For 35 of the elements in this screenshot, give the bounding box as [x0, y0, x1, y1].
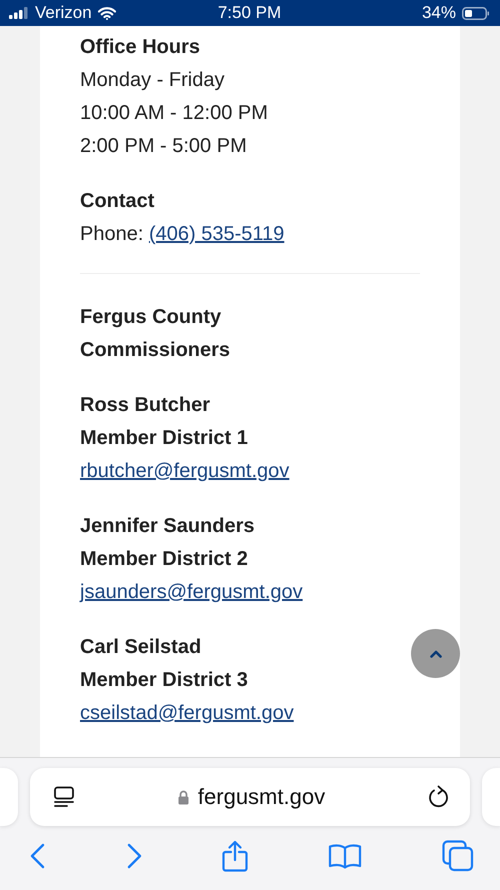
email-link[interactable]: jsaunders@fergusmt.gov: [80, 581, 303, 603]
battery-percent: 34%: [422, 3, 456, 23]
email-link[interactable]: rbutcher@fergusmt.gov: [80, 460, 290, 482]
battery-icon: [462, 6, 490, 20]
phone-label: Phone:: [80, 223, 144, 245]
clock-time: 7:50 PM: [218, 3, 282, 23]
member-district: Member District 3: [80, 668, 249, 693]
url-text[interactable]: fergusmt.gov: [198, 784, 326, 810]
hours-text: Monday - Friday: [80, 68, 226, 93]
forward-icon[interactable]: [126, 843, 142, 869]
address-bar[interactable]: fergusmt.gov: [30, 768, 470, 826]
back-icon[interactable]: [30, 843, 46, 869]
member-district: Member District 2: [80, 547, 249, 572]
reader-icon[interactable]: [53, 786, 75, 808]
tabs-icon[interactable]: [442, 840, 474, 872]
section-heading: Contact: [80, 189, 156, 214]
section-heading: Commissioners: [80, 338, 232, 363]
section-heading: Fergus County: [80, 305, 222, 330]
wifi-icon: [98, 6, 116, 20]
member-name: Jennifer Saunders: [80, 514, 256, 539]
bookmarks-icon[interactable]: [328, 843, 362, 869]
hours-text: 2:00 PM - 5:00 PM: [80, 134, 248, 159]
member-name: Carl Seilstad: [80, 635, 202, 660]
lock-icon: [178, 790, 189, 804]
email-link[interactable]: cseilstad@fergusmt.gov: [80, 702, 294, 724]
share-icon[interactable]: [222, 840, 248, 872]
member-district: Member District 1: [80, 426, 249, 451]
member-name: Ross Butcher: [80, 393, 212, 418]
caret-up-icon: [430, 650, 442, 658]
signal-icon: [9, 7, 29, 19]
hours-text: 10:00 AM - 12:00 PM: [80, 101, 269, 126]
section-heading: Office Hours: [80, 35, 202, 60]
carrier-name: Verizon: [35, 3, 92, 23]
reload-icon[interactable]: [428, 785, 450, 809]
phone-link[interactable]: (406) 535-5119: [148, 223, 284, 245]
